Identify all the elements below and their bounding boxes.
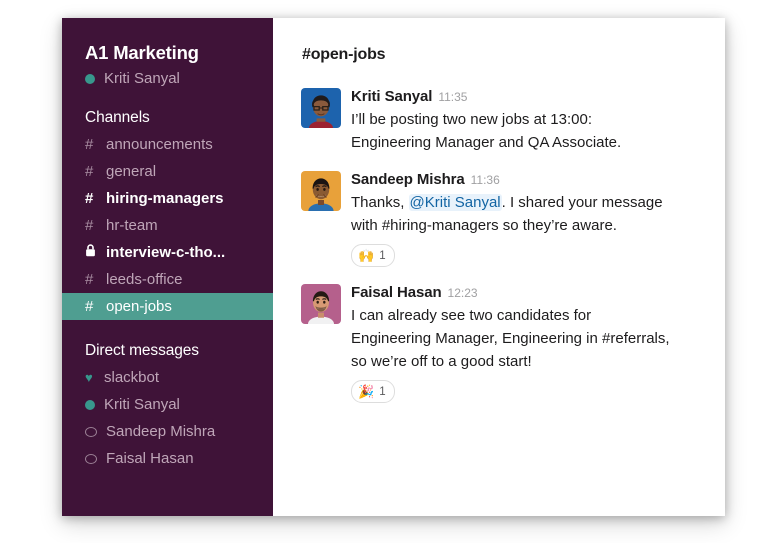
sidebar: A1 Marketing Kriti Sanyal Channels # anno… [62,18,273,516]
message-timestamp: 11:35 [438,90,468,104]
slack-window: A1 Marketing Kriti Sanyal Channels # anno… [62,18,725,516]
hash-icon: # [85,217,94,234]
message-pane: #open-jobs Kriti Sanyal 11:35 I’ll be post… [273,18,725,516]
message-author[interactable]: Faisal Hasan [351,284,442,301]
hash-icon: # [85,190,94,207]
sidebar-dm-label: Sandeep Mishra [106,423,216,440]
sidebar-channel-hr-team[interactable]: # hr-team [62,212,273,239]
sidebar-dm-label: Faisal Hasan [106,450,194,467]
hash-icon: # [85,136,94,153]
avatar[interactable] [301,284,341,324]
sidebar-channel-announcements[interactable]: # announcements [62,131,273,158]
message-text-run: I’ll be posting two new jobs at 13:00: E… [351,111,622,151]
sidebar-channel-label: hiring-managers [106,190,224,207]
sidebar-dm-faisal-hasan[interactable]: Faisal Hasan [62,445,273,472]
sidebar-channel-interview-c-tho[interactable]: interview-c-tho... [62,239,273,266]
message-text: I’ll be posting two new jobs at 13:00: E… [351,108,671,154]
sidebar-channel-label: open-jobs [106,298,172,315]
current-user-label: Kriti Sanyal [104,70,180,87]
message-text-run: Thanks, [351,194,409,211]
sidebar-dm-label: slackbot [104,369,160,386]
sidebar-dm-kriti-sanyal[interactable]: Kriti Sanyal [62,391,273,418]
reaction-count: 1 [379,249,386,262]
reaction-count: 1 [379,385,386,398]
hash-icon: # [85,271,94,288]
user-mention[interactable]: @Kriti Sanyal [408,194,502,211]
message-text: Thanks, @Kriti Sanyal. I shared your mes… [351,191,671,237]
message-text-run: I can already see two candidates for Eng… [351,307,670,370]
sidebar-channel-label: hr-team [106,217,158,234]
channels-heading: Channels [85,109,150,126]
sidebar-channel-leeds-office[interactable]: # leeds-office [62,266,273,293]
sidebar-dm-sandeep-mishra[interactable]: Sandeep Mishra [62,418,273,445]
raised-hands-icon: 🙌 [358,248,375,263]
presence-online-icon [85,399,95,410]
sidebar-dm-label: Kriti Sanyal [104,396,180,413]
hash-icon: # [85,163,94,180]
message-body: Faisal Hasan 12:23 I can already see two c… [351,284,703,403]
reaction-party-popper[interactable]: 🎉 1 [351,380,395,403]
message-body: Kriti Sanyal 11:35 I’ll be posting two new… [351,88,703,154]
reaction-list: 🎉 1 [351,380,703,403]
current-user[interactable]: Kriti Sanyal [62,64,273,87]
sidebar-channel-hiring-managers[interactable]: # hiring-managers [62,185,273,212]
message-body: Sandeep Mishra 11:36 Thanks, @Kriti Sanyal… [351,171,703,267]
sidebar-channel-open-jobs[interactable]: # open-jobs [62,293,273,320]
sidebar-dm-slackbot[interactable]: ♥ slackbot [62,364,273,391]
channel-list: # announcements # general # hiring-managers # h… [62,131,273,320]
message: Faisal Hasan 12:23 I can already see two c… [273,284,725,420]
team-name: A1 Marketing [85,42,199,63]
sidebar-channel-label: interview-c-tho... [106,244,226,261]
presence-offline-icon [85,453,97,464]
lock-icon [85,244,100,261]
message-author[interactable]: Kriti Sanyal [351,88,432,105]
message: Kriti Sanyal 11:35 I’ll be posting two new… [273,88,725,171]
message-header: Sandeep Mishra 11:36 [351,171,703,189]
avatar[interactable] [301,88,341,128]
hash-icon: # [85,298,94,315]
message-timestamp: 12:23 [447,286,478,300]
message: Sandeep Mishra 11:36 Thanks, @Kriti Sanyal… [273,171,725,284]
message-author[interactable]: Sandeep Mishra [351,171,465,188]
reaction-list: 🙌 1 [351,244,703,267]
dm-heading: Direct messages [85,342,199,359]
direct-message-list: ♥ slackbot Kriti Sanyal Sandeep Mishra Faisa… [62,364,273,472]
presence-heart-icon: ♥ [85,369,93,385]
message-text: I can already see two candidates for Eng… [351,304,671,373]
sidebar-channel-label: leeds-office [106,271,183,288]
message-timestamp: 11:36 [470,173,500,187]
sidebar-channel-general[interactable]: # general [62,158,273,185]
message-header: Kriti Sanyal 11:35 [351,88,703,106]
avatar[interactable] [301,171,341,211]
party-popper-icon: 🎉 [358,384,375,399]
sidebar-channel-label: announcements [106,136,213,153]
reaction-raised-hands[interactable]: 🙌 1 [351,244,395,267]
channel-title: #open-jobs [302,46,386,63]
message-list: Kriti Sanyal 11:35 I’ll be posting two new… [273,64,725,420]
message-header: Faisal Hasan 12:23 [351,284,703,302]
sidebar-channel-label: general [106,163,157,180]
presence-online-icon [85,73,95,84]
presence-offline-icon [85,426,97,437]
